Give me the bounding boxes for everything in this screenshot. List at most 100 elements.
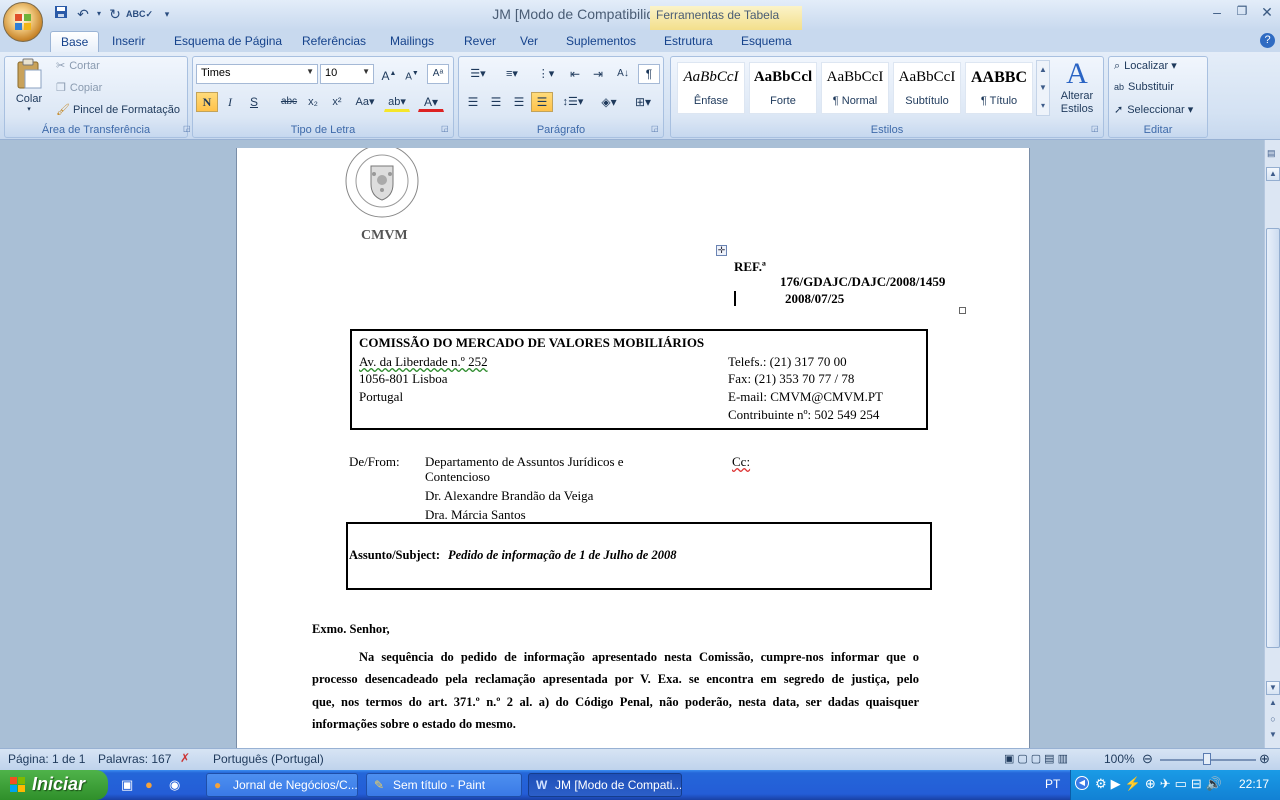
style-normal[interactable]: AaBbCcI ¶ Normal: [821, 62, 889, 114]
tab-referencias[interactable]: Referências: [292, 31, 376, 52]
align-right-icon[interactable]: ☰: [508, 92, 530, 112]
decrease-indent-icon[interactable]: ⇤: [564, 64, 586, 84]
shading-icon[interactable]: ◈▾: [594, 92, 624, 112]
tab-rever[interactable]: Rever: [454, 31, 506, 52]
language-indicator[interactable]: Português (Portugal): [213, 752, 324, 766]
scissors-icon: ✂: [56, 60, 66, 72]
paragraph-launcher-icon[interactable]: ◲: [651, 124, 659, 133]
tray-expand-icon[interactable]: ◀: [1075, 776, 1089, 790]
view-buttons-icon[interactable]: ▣▢▢▤▥: [1004, 752, 1071, 765]
input-language[interactable]: PT: [1045, 777, 1060, 791]
next-page-icon[interactable]: ▼: [1267, 730, 1279, 744]
word-count[interactable]: Palavras: 167: [98, 752, 171, 766]
change-case-icon[interactable]: Aa▾: [352, 92, 378, 112]
tab-estrutura[interactable]: Estrutura: [654, 31, 723, 52]
restore-icon[interactable]: ❐: [1231, 4, 1253, 22]
table-resize-handle[interactable]: [959, 307, 966, 314]
window-title: JM [Modo de Compatibilidade] - Microsoft…: [492, 6, 788, 22]
paste-button[interactable]: Colar ▾: [10, 58, 48, 118]
start-button[interactable]: Iniciar: [0, 770, 108, 800]
shrink-font-icon[interactable]: A▼: [401, 64, 423, 84]
help-icon[interactable]: ?: [1260, 33, 1275, 48]
find-button[interactable]: ⌕ Localizar ▾: [1114, 59, 1177, 73]
style-subtitle[interactable]: AaBbCcI Subtítulo: [893, 62, 961, 114]
grow-font-icon[interactable]: A▲: [378, 64, 400, 84]
show-desktop-icon[interactable]: ▣: [121, 777, 133, 793]
previous-page-icon[interactable]: ▲: [1267, 698, 1279, 712]
superscript-icon[interactable]: x²: [326, 92, 348, 112]
styles-launcher-icon[interactable]: ◲: [1091, 124, 1099, 133]
replace-button[interactable]: ab Substituir: [1114, 81, 1174, 93]
start-label: Iniciar: [32, 774, 86, 794]
tab-esquema-de-pagina[interactable]: Esquema de Página: [164, 31, 292, 52]
increase-indent-icon[interactable]: ⇥: [587, 64, 609, 84]
clear-formatting-icon[interactable]: Aᵃ: [427, 64, 449, 84]
font-family-select[interactable]: Times ▼: [196, 64, 318, 84]
ruler-toggle-icon[interactable]: ▤: [1267, 148, 1279, 160]
tab-esquema[interactable]: Esquema: [731, 31, 802, 52]
office-logo-icon: [15, 14, 31, 30]
document-page[interactable]: CMVM ✛ REF.ª 176/GDAJC/DAJC/2008/1459 20…: [236, 148, 1030, 748]
firefox-quicklaunch-icon[interactable]: ●: [145, 777, 153, 792]
scroll-thumb[interactable]: [1266, 228, 1280, 648]
zoom-in-icon[interactable]: ⊕: [1259, 751, 1270, 767]
styles-gallery-scroll[interactable]: ▲ ▼ ▾: [1036, 60, 1050, 116]
zoom-level[interactable]: 100%: [1104, 752, 1135, 766]
page-count[interactable]: Página: 1 de 1: [8, 752, 85, 766]
org-postcode: 1056-801 Lisboa: [359, 371, 448, 386]
strikethrough-icon[interactable]: abc: [278, 92, 300, 112]
sort-icon[interactable]: A↓: [612, 64, 634, 84]
style-title[interactable]: AABBC ¶ Título: [965, 62, 1033, 114]
cut-button[interactable]: ✂ Cortar: [56, 59, 100, 72]
tab-ver[interactable]: Ver: [510, 31, 548, 52]
borders-icon[interactable]: ⊞▾: [628, 92, 658, 112]
show-formatting-marks-icon[interactable]: ¶: [638, 64, 660, 84]
tab-suplementos[interactable]: Suplementos: [556, 31, 646, 52]
clock[interactable]: 22:17: [1239, 777, 1269, 791]
clipboard-launcher-icon[interactable]: ◲: [183, 124, 191, 133]
align-center-icon[interactable]: ☰: [485, 92, 507, 112]
task-paint[interactable]: ✎ Sem título - Paint: [366, 773, 522, 797]
minimize-icon[interactable]: –: [1206, 4, 1228, 22]
tab-base[interactable]: Base: [50, 31, 100, 52]
subscript-icon[interactable]: x₂: [302, 92, 324, 112]
scroll-down-icon[interactable]: ▼: [1266, 681, 1280, 695]
line-spacing-icon[interactable]: ↕☰▾: [558, 92, 588, 112]
tab-mailings[interactable]: Mailings: [380, 31, 444, 52]
scroll-up-icon[interactable]: ▲: [1266, 167, 1280, 181]
bullets-icon[interactable]: ☰▾: [462, 64, 494, 84]
underline-icon[interactable]: S: [243, 92, 265, 112]
italic-icon[interactable]: I: [219, 92, 241, 112]
zoom-out-icon[interactable]: ⊖: [1142, 751, 1153, 767]
copy-button[interactable]: ❐ Copiar: [56, 81, 102, 94]
task-label: Jornal de Negócios/C...: [233, 778, 358, 792]
align-left-icon[interactable]: ☰: [462, 92, 484, 112]
close-icon[interactable]: ✕: [1256, 4, 1278, 22]
chevron-down-icon: ▼: [306, 67, 314, 76]
bold-icon[interactable]: N: [196, 92, 218, 112]
table-move-handle-icon[interactable]: ✛: [716, 245, 727, 256]
media-player-quicklaunch-icon[interactable]: ◉: [169, 777, 180, 793]
multilevel-list-icon[interactable]: ⋮▾: [530, 64, 562, 84]
select-button[interactable]: ➚ Seleccionar ▾: [1114, 103, 1193, 116]
task-firefox[interactable]: ● Jornal de Negócios/C...: [206, 773, 358, 797]
font-launcher-icon[interactable]: ◲: [441, 124, 449, 133]
change-styles-button[interactable]: A Alterar Estilos: [1054, 58, 1100, 120]
proofing-icon[interactable]: ✗: [180, 751, 190, 765]
tab-inserir[interactable]: Inserir: [102, 31, 155, 52]
task-word[interactable]: W JM [Modo de Compati...: [528, 773, 682, 797]
highlight-icon[interactable]: ab▾: [384, 92, 410, 112]
tray-icons[interactable]: ⚙▶⚡⊕✈▭⊟🔊: [1095, 776, 1226, 792]
office-button[interactable]: [3, 2, 43, 42]
font-color-icon[interactable]: A▾: [418, 92, 444, 112]
justify-icon[interactable]: ☰: [531, 92, 553, 112]
vertical-scrollbar[interactable]: ▤ ▲ ▼ ▲ ○ ▼: [1264, 140, 1280, 748]
style-emphasis[interactable]: AaBbCcI Ênfase: [677, 62, 745, 114]
task-label: JM [Modo de Compati...: [555, 778, 682, 792]
font-size-select[interactable]: 10 ▼: [320, 64, 374, 84]
browse-object-icon[interactable]: ○: [1267, 714, 1279, 728]
numbering-icon[interactable]: ≡▾: [496, 64, 528, 84]
zoom-slider-thumb[interactable]: [1203, 753, 1211, 765]
format-painter-button[interactable]: 🖌 Pincel de Formatação: [56, 103, 180, 116]
style-strong[interactable]: AaBbCcl Forte: [749, 62, 817, 114]
